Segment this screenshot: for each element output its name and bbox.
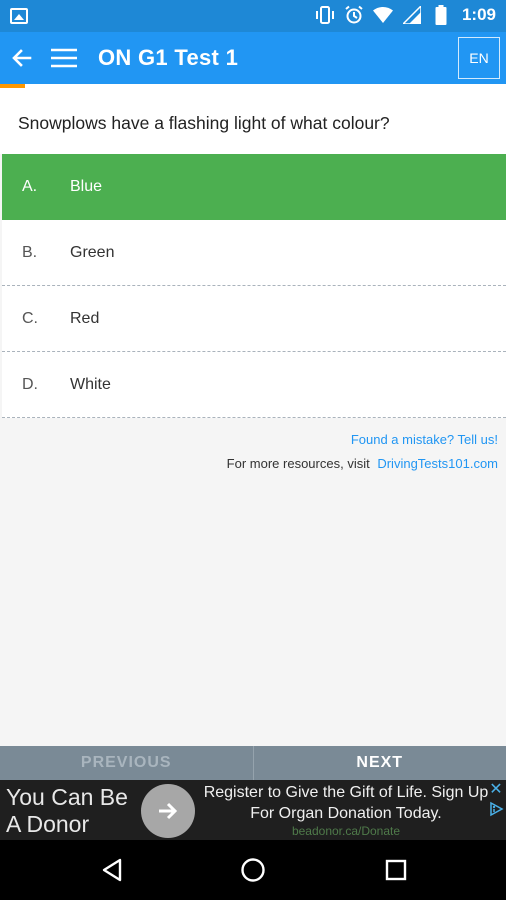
vibrate-icon [315,5,335,25]
ad-left-line1: You Can Be [6,784,128,810]
back-nav-icon[interactable] [98,856,126,884]
next-button[interactable]: NEXT [254,746,506,780]
resources-text: For more resources, visit DrivingTests10… [227,456,498,471]
app-bar: ON G1 Test 1 EN [0,32,506,84]
ad-left-line2: A Donor [6,811,90,837]
menu-icon[interactable] [48,42,80,74]
option-letter: A. [22,177,38,195]
ad-arrow-button[interactable] [141,784,195,838]
option-label: Blue [70,177,103,195]
question-text: Snowplows have a flashing light of what … [0,88,506,154]
image-notification-icon [10,8,28,24]
ad-headline: Register to Give the Gift of Life. Sign … [203,784,489,822]
wifi-icon [372,5,393,25]
back-arrow-icon[interactable] [6,42,38,74]
status-time: 1:09 [461,5,496,24]
option-label: White [70,375,111,393]
alarm-icon [344,5,364,25]
ad-left-text: You Can Be A Donor [6,784,128,838]
option-a[interactable]: A. Blue [2,154,506,220]
question-navigation: PREVIOUS NEXT [0,746,506,780]
recents-nav-icon[interactable] [382,856,410,884]
option-d[interactable]: D. White [2,352,506,418]
ad-close-icon[interactable]: ✕ [488,782,504,798]
option-b[interactable]: B. Green [2,220,506,286]
status-icons: 1:09 [315,5,496,25]
system-nav-bar [0,840,506,900]
report-mistake-link[interactable]: Found a mistake? Tell us! [227,432,498,447]
battery-icon [431,5,451,25]
answer-options: A. Blue B. Green C. Red D. White [2,154,506,418]
language-button[interactable]: EN [458,37,500,79]
option-c[interactable]: C. Red [2,286,506,352]
resources-prefix: For more resources, visit [226,456,370,471]
ad-banner[interactable]: You Can Be A Donor Register to Give the … [0,780,506,840]
option-label: Green [70,243,115,261]
option-label: Red [70,309,100,327]
arrow-right-icon [159,802,178,820]
adchoices-icon[interactable] [488,801,504,817]
home-nav-icon[interactable] [239,856,267,884]
main-content: Snowplows have a flashing light of what … [0,88,506,746]
resources-link[interactable]: DrivingTests101.com [377,456,498,471]
signal-icon [402,5,422,25]
previous-button[interactable]: PREVIOUS [0,746,254,780]
option-letter: C. [22,309,38,327]
ad-url: beadonor.ca/Donate [291,824,401,838]
option-letter: B. [22,243,38,261]
footer-links: Found a mistake? Tell us! For more resou… [227,432,498,471]
option-letter: D. [22,375,38,393]
page-title: ON G1 Test 1 [98,45,239,70]
status-bar: 1:09 [0,0,506,32]
